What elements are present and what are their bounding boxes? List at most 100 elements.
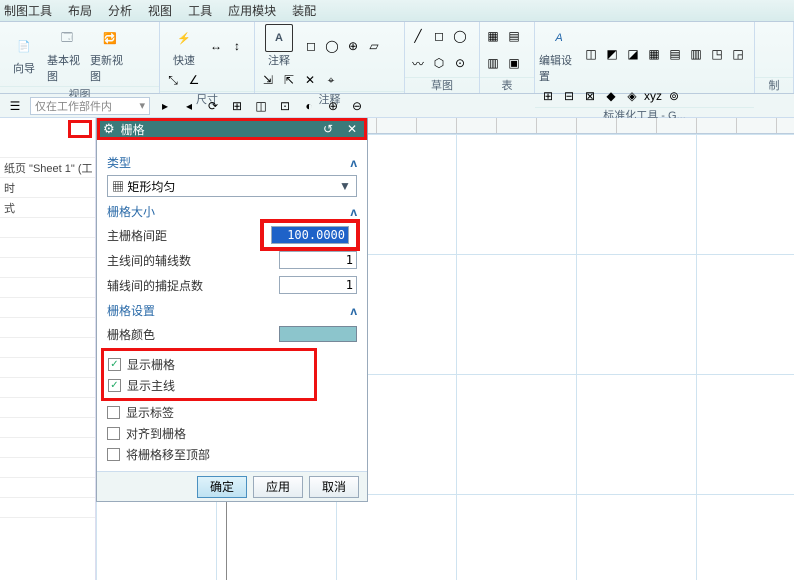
qb-icon[interactable]: ◐ bbox=[300, 97, 318, 115]
sketch-icon[interactable]: ╱ bbox=[409, 27, 427, 45]
menu-item[interactable]: 视图 bbox=[148, 2, 172, 19]
menu-icon[interactable]: ☰ bbox=[6, 97, 24, 115]
gear-icon: ⚙ bbox=[103, 121, 115, 137]
table-icon[interactable]: ▥ bbox=[484, 54, 502, 72]
sketch-icon[interactable]: ⊙ bbox=[451, 54, 469, 72]
settings-icon: A bbox=[545, 24, 573, 52]
qb-icon[interactable]: ⊡ bbox=[276, 97, 294, 115]
reset-icon[interactable]: ↺ bbox=[319, 122, 337, 136]
std-icon[interactable]: ◪ bbox=[624, 45, 642, 63]
close-icon[interactable]: ✕ bbox=[343, 122, 361, 136]
ann-icon[interactable]: ⌖ bbox=[322, 71, 340, 89]
scope-combo[interactable]: 仅在工作部件内▾ bbox=[30, 97, 150, 115]
color-label: 栅格颜色 bbox=[107, 326, 279, 343]
sketch-icon[interactable]: 〰 bbox=[409, 54, 427, 72]
std-icon[interactable]: ◩ bbox=[603, 45, 621, 63]
base-view-button[interactable]: 🗔基本视图 bbox=[47, 24, 87, 84]
menu-item[interactable]: 工具 bbox=[188, 2, 212, 19]
grid-type-combo[interactable]: ▦ 矩形均匀 ▼ bbox=[107, 175, 357, 197]
std-icon[interactable]: ◈ bbox=[623, 87, 641, 105]
grid-on-top-checkbox[interactable]: 将栅格移至顶部 bbox=[107, 444, 357, 464]
minor-lines-input[interactable] bbox=[279, 251, 357, 269]
menu-bar: 制图工具 布局 分析 视图 工具 应用模块 装配 bbox=[0, 0, 794, 22]
std-icon[interactable]: ⊞ bbox=[539, 87, 557, 105]
section-size[interactable]: 栅格大小ʌ bbox=[107, 203, 357, 220]
ann-icon[interactable]: ⇲ bbox=[259, 71, 277, 89]
menu-item[interactable]: 布局 bbox=[68, 2, 92, 19]
chevron-up-icon: ʌ bbox=[350, 156, 357, 170]
checkbox-icon bbox=[107, 406, 120, 419]
quick-button[interactable]: ⚡快速 bbox=[164, 24, 204, 68]
apply-button[interactable]: 应用 bbox=[253, 476, 303, 498]
qb-icon[interactable]: ⟳ bbox=[204, 97, 222, 115]
table-icon[interactable]: ▣ bbox=[505, 54, 523, 72]
main-grid-spacing-input[interactable] bbox=[271, 226, 349, 244]
ann-icon[interactable]: ✕ bbox=[301, 71, 319, 89]
table-icon[interactable]: ▤ bbox=[505, 27, 523, 45]
ok-button[interactable]: 确定 bbox=[197, 476, 247, 498]
menu-item[interactable]: 制图工具 bbox=[4, 2, 52, 19]
tree-node[interactable]: 时 bbox=[0, 178, 95, 198]
menu-item[interactable]: 应用模块 bbox=[228, 2, 276, 19]
ann-icon[interactable]: ▱ bbox=[365, 37, 383, 55]
std-icon[interactable]: ◳ bbox=[708, 45, 726, 63]
note-button[interactable]: A注释 bbox=[259, 24, 299, 68]
dim-icon[interactable]: ↔ bbox=[207, 37, 225, 55]
sketch-icon[interactable]: ◻ bbox=[430, 27, 448, 45]
dim-icon[interactable]: ∠ bbox=[185, 71, 203, 89]
section-type[interactable]: 类型ʌ bbox=[107, 154, 357, 171]
update-view-button[interactable]: 🔁更新视图 bbox=[90, 24, 130, 84]
sheet-node[interactable]: 纸页 "Sheet 1" (工 bbox=[0, 158, 95, 178]
ann-icon[interactable]: ⊕ bbox=[344, 37, 362, 55]
sketch-icon[interactable]: ⬡ bbox=[430, 54, 448, 72]
menu-item[interactable]: 装配 bbox=[292, 2, 316, 19]
std-icon[interactable]: ◫ bbox=[582, 45, 600, 63]
qb-icon[interactable]: ⊖ bbox=[348, 97, 366, 115]
chevron-down-icon: ▾ bbox=[139, 99, 145, 112]
ribbon: 📄向导 🗔基本视图 🔁更新视图 视图 ⚡快速 ↔ ↕ ⤡ ∠ 尺寸 A注释 ◻◯… bbox=[0, 22, 794, 94]
ann-icon[interactable]: ⇱ bbox=[280, 71, 298, 89]
std-icon[interactable]: ⊚ bbox=[665, 87, 683, 105]
ann-icon[interactable]: ◻ bbox=[302, 37, 320, 55]
table-icon[interactable]: ▦ bbox=[484, 27, 502, 45]
show-main-lines-checkbox[interactable]: 显示主线 bbox=[108, 375, 310, 395]
wizard-button[interactable]: 📄向导 bbox=[4, 32, 44, 76]
field-label: 主栅格间距 bbox=[107, 227, 263, 244]
ribbon-group-label: 制 bbox=[755, 77, 793, 93]
std-icon[interactable]: xyz bbox=[644, 87, 662, 105]
dim-icon[interactable]: ↕ bbox=[228, 37, 246, 55]
chevron-down-icon: ▼ bbox=[338, 179, 352, 193]
section-settings[interactable]: 栅格设置ʌ bbox=[107, 302, 357, 319]
grid-color-swatch[interactable] bbox=[279, 326, 357, 342]
ann-icon[interactable]: ◯ bbox=[323, 37, 341, 55]
edit-settings-button[interactable]: A编辑设置 bbox=[539, 24, 579, 84]
checkbox-icon bbox=[108, 358, 121, 371]
dialog-titlebar[interactable]: ⚙ 栅格 ↺ ✕ bbox=[97, 118, 367, 140]
std-icon[interactable]: ◲ bbox=[729, 45, 747, 63]
snap-points-input[interactable] bbox=[279, 276, 357, 294]
checkbox-icon bbox=[107, 448, 120, 461]
std-icon[interactable]: ▥ bbox=[687, 45, 705, 63]
qb-icon[interactable]: ◫ bbox=[252, 97, 270, 115]
show-labels-checkbox[interactable]: 显示标签 bbox=[107, 402, 357, 422]
dim-icon[interactable]: ⤡ bbox=[164, 71, 182, 89]
sketch-icon[interactable]: ◯ bbox=[451, 27, 469, 45]
std-icon[interactable]: ▤ bbox=[666, 45, 684, 63]
qb-icon[interactable]: ▸ bbox=[156, 97, 174, 115]
std-icon[interactable]: ⊟ bbox=[560, 87, 578, 105]
qb-icon[interactable]: ⊞ bbox=[228, 97, 246, 115]
std-icon[interactable]: ⊠ bbox=[581, 87, 599, 105]
std-icon[interactable]: ◆ bbox=[602, 87, 620, 105]
tree-node[interactable]: 式 bbox=[0, 198, 95, 218]
note-icon: A bbox=[265, 24, 293, 52]
checkbox-icon bbox=[107, 427, 120, 440]
grid-dialog: ⚙ 栅格 ↺ ✕ 类型ʌ ▦ 矩形均匀 ▼ 栅格大小ʌ 主栅格间距 主线间的辅线… bbox=[96, 118, 368, 502]
qb-icon[interactable]: ◂ bbox=[180, 97, 198, 115]
show-grid-checkbox[interactable]: 显示栅格 bbox=[108, 354, 310, 374]
cancel-button[interactable]: 取消 bbox=[309, 476, 359, 498]
qb-icon[interactable]: ⊕ bbox=[324, 97, 342, 115]
snap-to-grid-checkbox[interactable]: 对齐到栅格 bbox=[107, 423, 357, 443]
menu-item[interactable]: 分析 bbox=[108, 2, 132, 19]
grid-icon: ▦ bbox=[112, 180, 124, 194]
std-icon[interactable]: ▦ bbox=[645, 45, 663, 63]
